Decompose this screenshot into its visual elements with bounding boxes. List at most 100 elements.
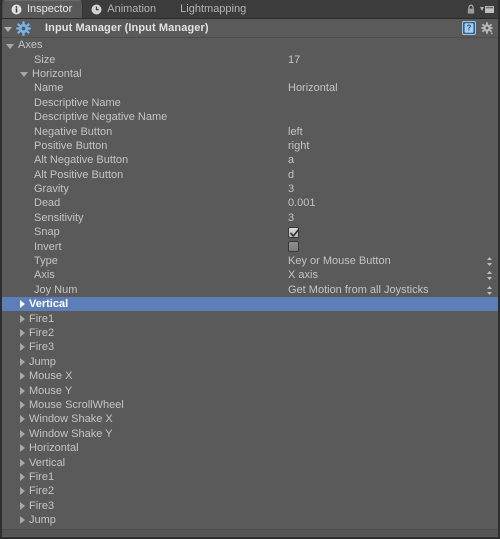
component-foldout-arrow[interactable] [4,26,12,32]
property-value[interactable]: 0.001 [288,196,316,210]
axis-foldout-arrow[interactable] [20,429,25,438]
axis-foldout-arrow[interactable] [20,343,25,352]
axis-list-item-label: Jump [29,514,56,527]
property-checkbox[interactable] [288,241,299,253]
tab-menu-icon[interactable] [480,5,494,14]
axis-list-item[interactable]: Window Shake X [2,412,498,426]
property-label: Alt Positive Button [34,168,124,181]
component-title: Input Manager (Input Manager) [45,22,209,34]
axis-list-item[interactable]: Mouse ScrollWheel [2,398,498,412]
axis-list-item[interactable]: Jump [2,355,498,369]
property-row[interactable]: Name Horizontal [2,81,498,95]
help-book-icon[interactable]: ? [462,21,476,35]
axis-foldout-arrow[interactable] [20,487,25,496]
axes-size-value[interactable]: 17 [288,53,300,67]
property-value[interactable]: Horizontal [288,81,338,95]
property-row[interactable]: Dead 0.001 [2,196,498,210]
axes-size-label: Size [34,53,56,66]
axis-list-item-label: Mouse ScrollWheel [29,398,124,411]
property-row[interactable]: Descriptive Negative Name [2,110,498,124]
property-row[interactable]: Alt Positive Button d [2,168,498,182]
property-row[interactable]: Invert [2,239,498,253]
panel-bottom-strip [2,529,498,536]
property-label: Type [34,255,58,268]
axis-foldout-arrow[interactable] [20,329,25,337]
axis-foldout-arrow[interactable] [20,386,25,395]
axis-list-item[interactable]: Fire3 [2,499,498,513]
property-value[interactable]: a [288,153,294,167]
axis-list-item-label: Fire3 [29,499,55,512]
axis-foldout-arrow[interactable] [20,314,25,323]
axis-list-item-label: Jump [29,355,56,368]
axis-foldout-arrow[interactable] [20,458,25,467]
property-value[interactable]: d [288,168,294,182]
popup-arrows-icon[interactable] [486,285,493,296]
axes-foldout-arrow[interactable] [6,43,14,49]
property-popup-value[interactable]: Key or Mouse Button [288,254,391,268]
property-row[interactable]: Alt Negative Button a [2,153,498,167]
axis-foldout-arrow[interactable] [20,472,25,481]
component-header[interactable]: Input Manager (Input Manager) ? [2,19,498,38]
property-label: Descriptive Negative Name [34,111,168,124]
property-value[interactable]: left [288,125,303,139]
property-label: Joy Num [34,283,78,296]
axis-list-item[interactable]: Vertical [2,455,498,469]
popup-arrows-icon[interactable] [486,256,493,267]
property-row[interactable]: Gravity 3 [2,182,498,196]
property-row[interactable]: Type Key or Mouse Button [2,254,498,268]
property-value[interactable]: right [288,139,309,153]
input-manager-gear-icon [16,20,31,36]
axis-list-item[interactable]: Fire1 [2,311,498,325]
property-label: Dead [34,197,61,210]
property-value[interactable]: 3 [288,182,294,196]
property-row[interactable]: Positive Button right [2,139,498,153]
property-popup-value[interactable]: Get Motion from all Joysticks [288,283,429,297]
axis-horizontal-foldout-arrow[interactable] [20,72,28,78]
property-label: Alt Negative Button [34,154,129,167]
axis-foldout-arrow[interactable] [20,415,25,424]
axis-list-item[interactable]: Fire2 [2,326,498,340]
axis-foldout-arrow[interactable] [20,300,25,309]
tab-animation-label: Animation [107,2,157,15]
axis-foldout-arrow[interactable] [20,516,25,525]
axis-foldout-arrow[interactable] [20,501,25,510]
axis-horizontal-foldout-row[interactable]: Horizontal [2,67,498,81]
property-row[interactable]: Descriptive Name [2,96,498,110]
property-row[interactable]: Negative Button left [2,124,498,138]
tab-inspector[interactable]: Inspector [2,0,84,18]
property-row[interactable]: Snap [2,225,498,239]
property-popup-value[interactable]: X axis [288,268,318,282]
axis-list-item-label: Mouse Y [29,384,73,397]
axis-list-item-label: Horizontal [29,442,79,455]
axis-list-item-label: Window Shake Y [29,427,113,440]
axis-list-item-label: Mouse X [29,370,73,383]
axes-size-row[interactable]: Size 17 [2,52,498,66]
tab-animation[interactable]: Animation [83,0,166,18]
axis-list-item-selected[interactable]: Vertical [2,297,498,312]
property-row[interactable]: Sensitivity 3 [2,211,498,225]
property-checkbox[interactable] [288,226,299,238]
axis-foldout-arrow[interactable] [20,357,25,366]
popup-arrows-icon[interactable] [486,270,493,281]
tab-lightmapping[interactable]: Lightmapping [166,0,256,18]
axes-foldout-row[interactable]: Axes [2,38,498,52]
axis-list-item[interactable]: Fire2 [2,484,498,498]
axis-list-item[interactable]: Fire3 [2,340,498,354]
axis-foldout-arrow[interactable] [20,400,25,409]
property-row[interactable]: Joy Num Get Motion from all Joysticks [2,283,498,297]
axis-foldout-arrow[interactable] [20,372,25,381]
axis-list-item[interactable]: Jump [2,513,498,527]
tab-bar: Inspector Animation Lightmapping [2,0,498,19]
property-row[interactable]: Axis X axis [2,268,498,282]
axis-list-item[interactable]: Fire1 [2,470,498,484]
axis-list-item[interactable]: Horizontal [2,441,498,455]
axis-list-item[interactable]: Window Shake Y [2,427,498,441]
settings-gear-icon[interactable] [481,21,494,35]
property-value[interactable]: 3 [288,211,294,225]
property-label: Snap [34,226,60,239]
lock-icon[interactable] [466,4,476,15]
axis-list-item[interactable]: Mouse X [2,369,498,383]
axis-foldout-arrow[interactable] [20,444,25,453]
axis-list-item[interactable]: Mouse Y [2,383,498,397]
axis-list-item-label: Window Shake X [29,413,113,426]
